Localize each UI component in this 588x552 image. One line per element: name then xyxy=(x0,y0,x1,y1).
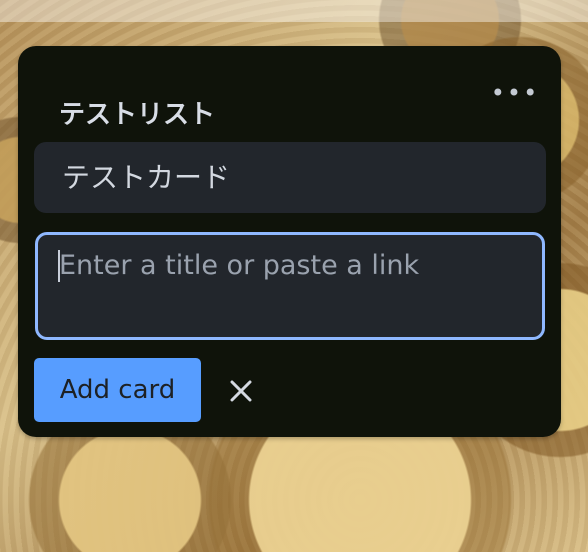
cancel-composer-button[interactable] xyxy=(220,370,262,412)
add-card-button[interactable]: Add card xyxy=(34,358,201,422)
card-title-input[interactable] xyxy=(35,232,545,340)
board-top-strip xyxy=(0,0,588,22)
text-cursor xyxy=(58,250,60,282)
list-actions-button[interactable]: ••• xyxy=(491,79,537,107)
list-panel: テストリスト ••• テストカード Add card xyxy=(18,46,561,437)
close-icon xyxy=(230,380,252,402)
more-horizontal-icon: ••• xyxy=(490,79,540,107)
card-title: テストカード xyxy=(62,160,231,194)
card-item[interactable]: テストカード xyxy=(34,142,546,213)
list-title[interactable]: テストリスト xyxy=(59,99,215,131)
